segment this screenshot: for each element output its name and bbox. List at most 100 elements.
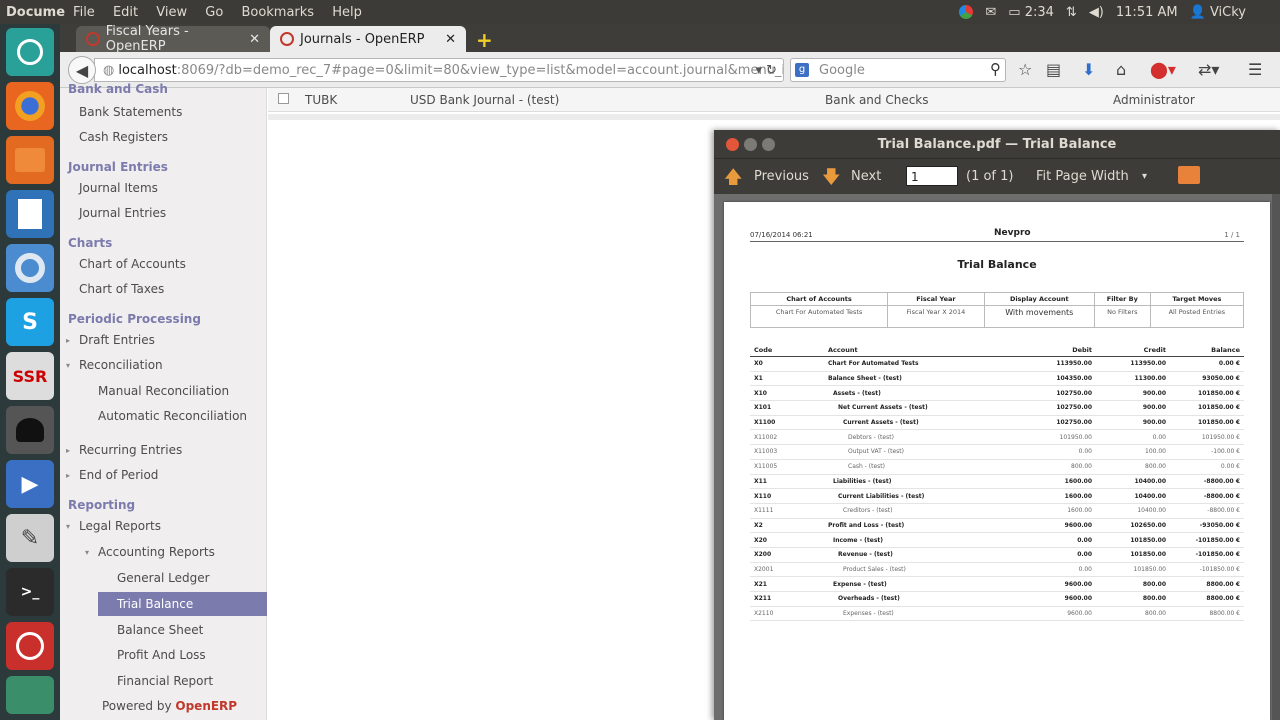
back-button[interactable]: ◀ xyxy=(68,56,96,84)
expand-arrow-icon[interactable]: ▸ xyxy=(66,446,70,455)
sidebar-item-cash-registers[interactable]: Cash Registers xyxy=(79,130,168,144)
close-icon[interactable]: ✕ xyxy=(249,32,260,47)
new-tab-icon[interactable]: + xyxy=(476,28,493,52)
menu-view[interactable]: View xyxy=(156,5,187,20)
sidebar-item-journal-items[interactable]: Journal Items xyxy=(79,181,158,195)
sidebar-item-bank-statements[interactable]: Bank Statements xyxy=(79,105,182,119)
menu-icon[interactable]: ☰ xyxy=(1248,60,1262,79)
sidebar-item-journal-entries[interactable]: Journal Entries xyxy=(79,206,166,220)
sidebar-item-recurring-entries[interactable]: Recurring Entries xyxy=(79,443,182,457)
sidebar-item-trial-balance[interactable]: Trial Balance xyxy=(98,592,267,616)
debit-value: 9600.00 xyxy=(1022,518,1096,534)
sidebar-item-manual-reconciliation[interactable]: Manual Reconciliation xyxy=(98,384,229,398)
openerp-sidebar: Bank and Cash Bank Statements Cash Regis… xyxy=(60,82,267,720)
adblock-icon[interactable]: ⬤▾ xyxy=(1150,60,1176,79)
clipboard-icon[interactable]: ▤ xyxy=(1046,60,1061,79)
credit-value: 101850.00 xyxy=(1096,562,1170,578)
table-row: X1100 Current Assets - (test) 102750.00 900… xyxy=(750,415,1244,431)
expand-arrow-icon[interactable]: ▸ xyxy=(66,471,70,480)
collapse-arrow-icon[interactable]: ▾ xyxy=(66,522,70,531)
menu-bookmarks[interactable]: Bookmarks xyxy=(241,5,314,20)
filter-header: Display Account xyxy=(983,292,1095,306)
dash-icon[interactable] xyxy=(6,28,54,76)
terminal-icon[interactable]: >_ xyxy=(6,568,54,616)
battery-icon[interactable]: ▭ 2:34 xyxy=(1008,5,1054,20)
sidebar-item-profit-and-loss[interactable]: Profit And Loss xyxy=(117,648,206,662)
skype-icon[interactable]: S xyxy=(6,298,54,346)
folder-icon[interactable] xyxy=(1178,166,1200,184)
url-bar[interactable]: ◍ localhost:8069/?db=demo_rec_7#page=0&l… xyxy=(94,58,784,82)
balance-value: 101850.00 € xyxy=(1170,400,1244,416)
video-player-icon[interactable]: ▶ xyxy=(6,460,54,508)
tab-bar: Fiscal Years - OpenERP ✕ Journals - Open… xyxy=(60,24,1280,54)
mail-icon[interactable]: ✉ xyxy=(985,5,996,20)
sidebar-item-reconciliation[interactable]: Reconciliation xyxy=(79,358,163,372)
menu-file[interactable]: File xyxy=(73,5,95,20)
clock[interactable]: 11:51 AM xyxy=(1116,5,1178,20)
expand-arrow-icon[interactable]: ▸ xyxy=(66,336,70,345)
account-code: X10 xyxy=(750,385,824,402)
journal-code: TUBK xyxy=(305,93,338,107)
pdf-window-titlebar[interactable]: Trial Balance.pdf — Trial Balance xyxy=(714,130,1280,158)
table-row[interactable]: TUBK USD Bank Journal - (test) Bank and … xyxy=(268,88,1280,112)
next-arrow-icon[interactable]: 🡇 xyxy=(822,165,841,195)
sidebar-item-balance-sheet[interactable]: Balance Sheet xyxy=(117,623,203,637)
menu-edit[interactable]: Edit xyxy=(113,5,138,20)
powered-by[interactable]: Powered by OpenERP xyxy=(102,699,237,713)
sidebar-item-chart-of-accounts[interactable]: Chart of Accounts xyxy=(79,257,186,271)
network-icon[interactable]: ⇅ xyxy=(1066,5,1077,20)
sidebar-item-legal-reports[interactable]: Legal Reports xyxy=(79,519,161,533)
inkscape-icon[interactable] xyxy=(6,406,54,454)
user-icon[interactable]: 👤 ViCky xyxy=(1190,5,1246,20)
sidebar-item-chart-of-taxes[interactable]: Chart of Taxes xyxy=(79,282,164,296)
writer-icon[interactable] xyxy=(6,190,54,238)
table-row: X11005 Cash - (test) 800.00 800.00 0.00 € xyxy=(750,459,1244,475)
download-icon[interactable]: ⬇ xyxy=(1082,60,1095,79)
row-checkbox[interactable] xyxy=(278,93,289,104)
files-icon[interactable] xyxy=(6,136,54,184)
page-number-input[interactable]: 1 xyxy=(906,166,958,186)
home-icon[interactable]: ⌂ xyxy=(1116,60,1126,79)
maximize-icon[interactable] xyxy=(762,138,775,151)
account-name: Product Sales - (test) xyxy=(824,562,1022,578)
previous-arrow-icon[interactable]: 🡅 xyxy=(724,165,743,195)
chromium-icon[interactable] xyxy=(6,244,54,292)
account-name: Income - (test) xyxy=(824,532,1022,548)
workspace-icon[interactable] xyxy=(6,676,54,714)
close-icon[interactable]: ✕ xyxy=(445,32,456,47)
search-icon[interactable]: ⚲ xyxy=(990,60,1001,78)
chevron-down-icon[interactable]: ▾ xyxy=(1142,171,1147,182)
balance-value: -8800.00 € xyxy=(1170,488,1244,504)
search-input[interactable]: g Google ⚲ xyxy=(790,58,1006,82)
extension-icon[interactable]: ⇄▾ xyxy=(1198,60,1219,79)
zoom-select[interactable]: Fit Page Width xyxy=(1036,169,1129,184)
collapse-arrow-icon[interactable]: ▾ xyxy=(85,548,89,557)
debit-value: 800.00 xyxy=(1022,459,1096,475)
balance-value: 101850.00 € xyxy=(1170,385,1244,402)
next-button[interactable]: Next xyxy=(851,169,881,184)
chrome-tray-icon[interactable] xyxy=(959,5,974,19)
reload-icon[interactable]: ▾ ↻ xyxy=(755,63,777,78)
volume-icon[interactable]: ◀) xyxy=(1089,5,1104,20)
previous-button[interactable]: Previous xyxy=(754,169,809,184)
minimize-icon[interactable] xyxy=(744,138,757,151)
sidebar-item-end-of-period[interactable]: End of Period xyxy=(79,468,158,482)
menu-go[interactable]: Go xyxy=(205,5,223,20)
ssr-icon[interactable]: SSR xyxy=(6,352,54,400)
sidebar-item-automatic-reconciliation[interactable]: Automatic Reconciliation xyxy=(98,409,247,423)
text-editor-icon[interactable]: ✎ xyxy=(6,514,54,562)
sidebar-item-general-ledger[interactable]: General Ledger xyxy=(117,571,210,585)
firefox-icon[interactable] xyxy=(6,82,54,130)
openerp-launcher-icon[interactable] xyxy=(6,622,54,670)
sidebar-item-financial-report[interactable]: Financial Report xyxy=(117,674,213,688)
tab-journals[interactable]: Journals - OpenERP ✕ xyxy=(270,26,466,52)
tab-fiscal-years[interactable]: Fiscal Years - OpenERP ✕ xyxy=(76,24,270,54)
account-name: Creditors - (test) xyxy=(824,503,1022,519)
sidebar-item-accounting-reports[interactable]: Accounting Reports xyxy=(98,545,215,559)
bookmark-star-icon[interactable]: ☆ xyxy=(1018,60,1032,79)
sidebar-item-draft-entries[interactable]: Draft Entries xyxy=(79,333,155,347)
close-icon[interactable] xyxy=(726,138,739,151)
collapse-arrow-icon[interactable]: ▾ xyxy=(66,361,70,370)
menu-help[interactable]: Help xyxy=(332,5,362,20)
scrollbar[interactable] xyxy=(1272,194,1280,720)
